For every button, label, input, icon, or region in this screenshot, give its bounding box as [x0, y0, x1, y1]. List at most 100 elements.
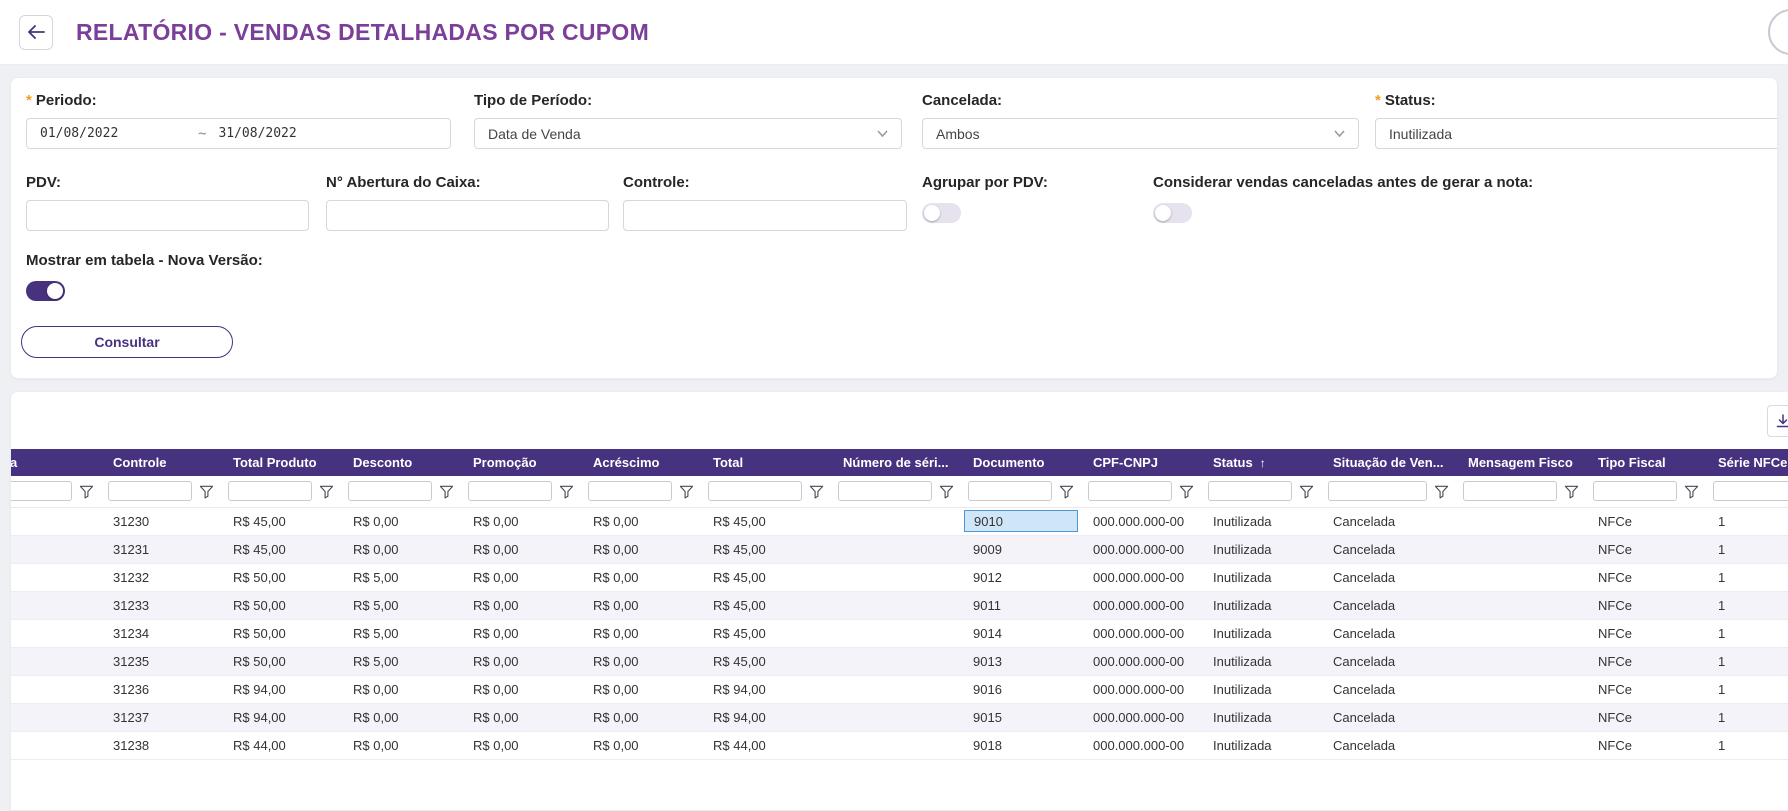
cell-tipo_fiscal[interactable]: NFCe	[1586, 619, 1706, 648]
column-header-serie_nfce[interactable]: Série NFCe	[1706, 449, 1788, 476]
cell-acrescimo[interactable]: R$ 0,00	[581, 647, 701, 676]
cell-serie_nfce[interactable]: 1	[1706, 675, 1788, 704]
cell-tipo_fiscal[interactable]: NFCe	[1586, 591, 1706, 620]
cell-documento[interactable]: 9013	[961, 647, 1081, 676]
periodo-range-input[interactable]: 01/08/2022 ~ 31/08/2022	[26, 118, 451, 149]
cell-acrescimo[interactable]: R$ 0,00	[581, 731, 701, 760]
cell-mensagem_fisco[interactable]	[1456, 535, 1586, 564]
cell-abertura[interactable]	[11, 675, 101, 704]
cell-numero_serie[interactable]	[831, 675, 961, 704]
cell-situacao_venda[interactable]: Cancelada	[1321, 675, 1456, 704]
column-header-total[interactable]: Total	[701, 449, 831, 476]
cell-mensagem_fisco[interactable]	[1456, 591, 1586, 620]
column-filter-input-tipo_fiscal[interactable]	[1593, 481, 1677, 502]
cell-cpf_cnpj[interactable]: 000.000.000-00	[1081, 619, 1201, 648]
cell-controle[interactable]: 31237	[101, 703, 221, 732]
cell-situacao_venda[interactable]: Cancelada	[1321, 731, 1456, 760]
column-header-abertura[interactable]: Abertura	[11, 449, 101, 476]
avatar[interactable]	[1768, 9, 1788, 55]
column-filter-input-situacao_venda[interactable]	[1328, 481, 1427, 502]
cell-cpf_cnpj[interactable]: 000.000.000-00	[1081, 535, 1201, 564]
column-filter-input-acrescimo[interactable]	[588, 481, 672, 502]
column-header-desconto[interactable]: Desconto	[341, 449, 461, 476]
cell-acrescimo[interactable]: R$ 0,00	[581, 563, 701, 592]
cell-total[interactable]: R$ 45,00	[701, 619, 831, 648]
filter-menu-button-documento[interactable]	[1058, 483, 1074, 499]
filter-menu-button-abertura[interactable]	[78, 483, 94, 499]
cell-abertura[interactable]	[11, 619, 101, 648]
cell-acrescimo[interactable]: R$ 0,00	[581, 591, 701, 620]
column-header-cpf_cnpj[interactable]: CPF-CNPJ	[1081, 449, 1201, 476]
back-button[interactable]	[19, 14, 53, 50]
cancelada-select[interactable]: Ambos	[922, 118, 1359, 149]
cell-status[interactable]: Inutilizada	[1201, 731, 1321, 760]
consultar-button[interactable]: Consultar	[21, 326, 233, 358]
column-filter-input-documento[interactable]	[968, 481, 1052, 502]
filter-menu-button-desconto[interactable]	[438, 483, 454, 499]
cell-total[interactable]: R$ 94,00	[701, 703, 831, 732]
cell-situacao_venda[interactable]: Cancelada	[1321, 647, 1456, 676]
cell-documento[interactable]: 9016	[961, 675, 1081, 704]
cell-total_produto[interactable]: R$ 50,00	[221, 563, 341, 592]
agrupar-pdv-toggle[interactable]	[922, 203, 961, 223]
cell-desconto[interactable]: R$ 0,00	[341, 703, 461, 732]
cell-tipo_fiscal[interactable]: NFCe	[1586, 535, 1706, 564]
cell-serie_nfce[interactable]: 1	[1706, 731, 1788, 760]
cell-acrescimo[interactable]: R$ 0,00	[581, 703, 701, 732]
cell-serie_nfce[interactable]: 1	[1706, 507, 1788, 536]
column-filter-input-controle[interactable]	[108, 481, 192, 502]
cell-cpf_cnpj[interactable]: 000.000.000-00	[1081, 731, 1201, 760]
cell-controle[interactable]: 31234	[101, 619, 221, 648]
cell-mensagem_fisco[interactable]	[1456, 647, 1586, 676]
cell-acrescimo[interactable]: R$ 0,00	[581, 619, 701, 648]
mostrar-tabela-toggle[interactable]	[26, 281, 65, 301]
column-header-mensagem_fisco[interactable]: Mensagem Fisco	[1456, 449, 1586, 476]
cell-total_produto[interactable]: R$ 94,00	[221, 675, 341, 704]
filter-menu-button-situacao_venda[interactable]	[1433, 483, 1449, 499]
cell-documento[interactable]: 9018	[961, 731, 1081, 760]
cell-serie_nfce[interactable]: 1	[1706, 647, 1788, 676]
cell-status[interactable]: Inutilizada	[1201, 563, 1321, 592]
cell-cpf_cnpj[interactable]: 000.000.000-00	[1081, 563, 1201, 592]
tipo-periodo-select[interactable]: Data de Venda	[474, 118, 902, 149]
cell-situacao_venda[interactable]: Cancelada	[1321, 703, 1456, 732]
filter-menu-button-numero_serie[interactable]	[938, 483, 954, 499]
cell-abertura[interactable]	[11, 731, 101, 760]
cell-numero_serie[interactable]	[831, 619, 961, 648]
cell-promocao[interactable]: R$ 0,00	[461, 703, 581, 732]
cell-tipo_fiscal[interactable]: NFCe	[1586, 675, 1706, 704]
cell-total_produto[interactable]: R$ 50,00	[221, 619, 341, 648]
cell-controle[interactable]: 31230	[101, 507, 221, 536]
cell-numero_serie[interactable]	[831, 647, 961, 676]
cell-documento[interactable]: 9010	[961, 507, 1081, 536]
cell-total[interactable]: R$ 94,00	[701, 675, 831, 704]
cell-promocao[interactable]: R$ 0,00	[461, 675, 581, 704]
column-header-total_produto[interactable]: Total Produto	[221, 449, 341, 476]
cell-serie_nfce[interactable]: 1	[1706, 535, 1788, 564]
considerar-canceladas-toggle[interactable]	[1153, 203, 1192, 223]
cell-promocao[interactable]: R$ 0,00	[461, 647, 581, 676]
column-header-numero_serie[interactable]: Número de séri...	[831, 449, 961, 476]
cell-acrescimo[interactable]: R$ 0,00	[581, 675, 701, 704]
filter-menu-button-total[interactable]	[808, 483, 824, 499]
cell-desconto[interactable]: R$ 0,00	[341, 675, 461, 704]
cell-numero_serie[interactable]	[831, 563, 961, 592]
cell-tipo_fiscal[interactable]: NFCe	[1586, 647, 1706, 676]
cell-serie_nfce[interactable]: 1	[1706, 703, 1788, 732]
cell-status[interactable]: Inutilizada	[1201, 675, 1321, 704]
cell-desconto[interactable]: R$ 0,00	[341, 535, 461, 564]
cell-cpf_cnpj[interactable]: 000.000.000-00	[1081, 507, 1201, 536]
cell-controle[interactable]: 31233	[101, 591, 221, 620]
cell-numero_serie[interactable]	[831, 591, 961, 620]
filter-menu-button-mensagem_fisco[interactable]	[1563, 483, 1579, 499]
cell-documento[interactable]: 9012	[961, 563, 1081, 592]
column-header-documento[interactable]: Documento	[961, 449, 1081, 476]
cell-serie_nfce[interactable]: 1	[1706, 591, 1788, 620]
cell-documento[interactable]: 9009	[961, 535, 1081, 564]
cell-status[interactable]: Inutilizada	[1201, 535, 1321, 564]
cell-total_produto[interactable]: R$ 45,00	[221, 535, 341, 564]
cell-situacao_venda[interactable]: Cancelada	[1321, 619, 1456, 648]
cell-desconto[interactable]: R$ 5,00	[341, 647, 461, 676]
cell-total[interactable]: R$ 45,00	[701, 591, 831, 620]
filter-menu-button-status[interactable]	[1298, 483, 1314, 499]
